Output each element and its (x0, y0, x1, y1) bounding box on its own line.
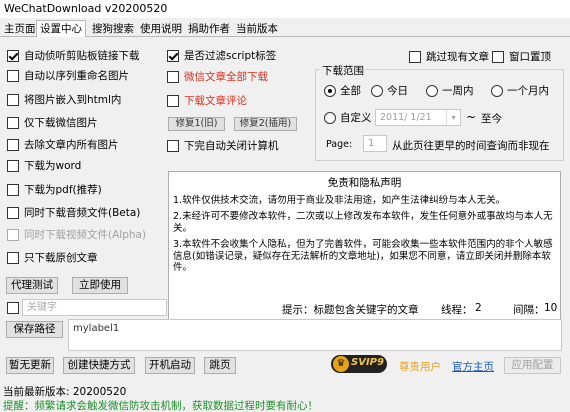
disclaimer-p1: 1.软件仅供技术交流，请勿用于商业及非法用途，如产生法律纠纷与本人无关。 (173, 194, 506, 206)
create-shortcut-button[interactable]: 创建快捷方式 (63, 357, 135, 374)
checkbox[interactable] (7, 302, 19, 314)
apply-config-button[interactable]: 应用配置 (504, 357, 561, 374)
page-hint: 从此页往更早的时间查询而非现在 (392, 140, 550, 152)
reminder-status: 提醒：频繁请求会触发微信防攻击机制，获取数据过程时要有耐心！ (3, 400, 318, 412)
tab-main[interactable]: 主页面 (0, 20, 40, 37)
keyword-tip: 提示：标题包含关键字的文章 (282, 304, 419, 316)
checkbox[interactable] (7, 117, 19, 129)
window-title: WeChatDownload v20200520 (0, 0, 570, 18)
tab-settings[interactable]: 设置中心 (36, 20, 86, 38)
radio-dot[interactable] (324, 112, 336, 124)
proxy-test-button[interactable]: 代理测试 (6, 277, 58, 294)
disclaimer-p2: 2.未经许可不要修改本软件，二次或以上修改发布本软件，发生任何意外或事故均与本人… (173, 211, 553, 234)
date-from-picker[interactable]: 2011/ 1/21 ▾ (375, 109, 461, 126)
checkbox[interactable] (7, 252, 19, 264)
interval-label: 间隔： (513, 304, 545, 316)
use-now-button[interactable]: 立即使用 (72, 277, 128, 294)
interval-value: 10 (544, 302, 558, 314)
save-path-button[interactable]: 保存路径 (6, 321, 63, 338)
radio-dot[interactable] (491, 85, 503, 97)
keyword-input[interactable]: 关键字 (22, 299, 167, 316)
page-label: Page: (326, 139, 353, 150)
tab-bar: 主页面 设置中心 搜狗搜索 使用说明 捐助作者 当前版本 (0, 20, 570, 38)
checkbox[interactable] (167, 140, 179, 152)
checkbox[interactable] (7, 50, 19, 62)
jump-page-button[interactable]: 跳页 (204, 357, 236, 374)
checkbox[interactable] (167, 95, 179, 107)
checkbox[interactable] (409, 51, 421, 63)
checkbox[interactable] (7, 94, 19, 106)
latest-version-status: 当前最新版本: 20200520 (3, 386, 127, 398)
checkbox[interactable] (167, 71, 179, 83)
tab-sogou-search[interactable]: 搜狗搜索 (88, 20, 138, 37)
settings-panel: 自动侦听剪贴板链接下载 自动以序列重命名图片 将图片嵌入到html内 仅下载微信… (1, 37, 569, 381)
radio-dot[interactable] (371, 85, 383, 97)
threads-value: 2 (475, 302, 482, 314)
repair-1-button[interactable]: 修复1(旧) (168, 117, 225, 131)
tab-version[interactable]: 当前版本 (232, 20, 282, 37)
svip-badge: ♛ SVIP9 (331, 355, 387, 373)
repair-2-button[interactable]: 修复2(插用) (234, 117, 297, 131)
checkbox[interactable] (492, 51, 504, 63)
checkbox[interactable] (7, 160, 19, 172)
checkbox[interactable] (7, 207, 19, 219)
page-input[interactable]: 1 (363, 135, 387, 152)
checkbox[interactable] (7, 184, 19, 196)
checkbox[interactable] (7, 70, 19, 82)
radio-dot[interactable] (426, 85, 438, 97)
disclaimer-title: 免责和隐私声明 (327, 177, 402, 189)
radio-dot[interactable] (324, 85, 336, 97)
save-path-field[interactable]: mylabel1 (68, 319, 562, 351)
chevron-down-icon[interactable]: ▾ (446, 110, 460, 125)
tilde-separator: ~ (466, 110, 477, 124)
auto-start-button[interactable]: 开机启动 (145, 357, 195, 374)
threads-label: 线程： (441, 304, 473, 316)
tab-donate[interactable]: 捐助作者 (184, 20, 234, 37)
tab-instructions[interactable]: 使用说明 (136, 20, 186, 37)
crown-icon: ♛ (333, 356, 349, 372)
disclaimer-p3: 3.本软件不会收集个人隐私，但为了完善软件，可能会收集一些本软件范围内的非个人敏… (173, 239, 553, 273)
homepage-link[interactable]: 官方主页 (452, 359, 494, 374)
checkbox[interactable] (7, 139, 19, 151)
checkbox[interactable] (167, 50, 179, 62)
no-update-button[interactable]: 暂无更新 (6, 357, 54, 374)
download-range-title: 下载范围 (320, 63, 366, 78)
vip-user-label: 尊贵用户 (399, 361, 441, 373)
to-now-label: 至今 (481, 113, 502, 125)
checkbox[interactable] (7, 229, 19, 241)
